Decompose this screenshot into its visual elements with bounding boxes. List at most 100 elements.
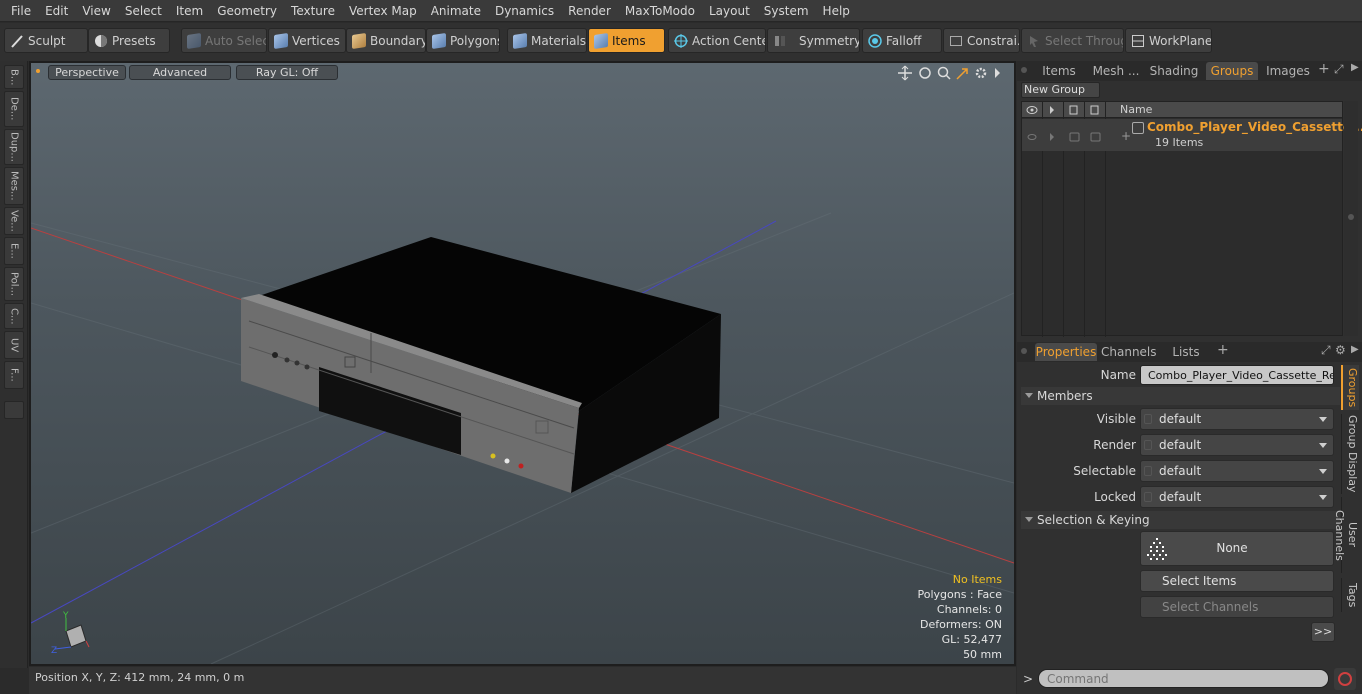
vertices-button[interactable]: Vertices 1 (268, 28, 346, 53)
sculpt-button[interactable]: Sculpt (4, 28, 88, 53)
tab-items[interactable]: Items (1035, 62, 1083, 80)
crosshair-icon (674, 33, 688, 48)
group-row-toggles[interactable] (1026, 131, 1106, 143)
info-gl: GL: 52,477 (941, 633, 1002, 646)
left-tab-polygon[interactable]: Pol... (4, 267, 24, 301)
members-section[interactable]: Members (1021, 387, 1340, 405)
locked-dropdown[interactable]: default (1140, 486, 1334, 508)
key-none-button[interactable]: None (1140, 531, 1334, 566)
tab-channels[interactable]: Channels (1101, 343, 1157, 361)
sculpt-label: Sculpt (28, 33, 66, 48)
menu-item[interactable]: Item (169, 0, 210, 22)
group-name-field[interactable] (1140, 365, 1334, 385)
presets-button[interactable]: Presets (88, 28, 170, 53)
menu-dynamics[interactable]: Dynamics (488, 0, 561, 22)
panel-menu-icon[interactable]: ▶ (1351, 62, 1359, 73)
left-tab-deform[interactable]: De... (4, 91, 24, 127)
action-center-button[interactable]: Action Center (668, 28, 766, 53)
left-tab-uv[interactable]: UV (4, 331, 24, 359)
select-through-label: Select Through (1045, 33, 1123, 48)
menu-help[interactable]: Help (816, 0, 857, 22)
group-list-scrollbar[interactable] (1344, 101, 1358, 336)
left-tab-duplicate[interactable]: Dup... (4, 129, 24, 165)
items-button[interactable]: Items (588, 28, 665, 53)
vcr-model[interactable] (241, 237, 721, 493)
cube-icon (187, 32, 201, 49)
tab-groups[interactable]: Groups (1206, 62, 1258, 80)
selection-keying-label: Selection & Keying (1037, 513, 1150, 527)
tab-shading[interactable]: Shading (1147, 62, 1201, 80)
tab-lists[interactable]: Lists (1161, 343, 1211, 361)
3d-viewport[interactable]: Perspective Advanced Ray GL: Off Y Z No … (29, 61, 1016, 666)
menu-texture[interactable]: Texture (284, 0, 342, 22)
menu-file[interactable]: File (4, 0, 38, 22)
add-props-tab-icon[interactable]: + (1217, 342, 1229, 358)
menu-system[interactable]: System (757, 0, 816, 22)
left-tab-basic[interactable]: B... (4, 65, 24, 89)
left-tab-edge[interactable]: E... (4, 237, 24, 265)
auto-select-label: Auto Select (205, 33, 267, 48)
symmetry-button[interactable]: Symmetry (767, 28, 860, 53)
auto-select-button[interactable]: Auto Select (181, 28, 267, 53)
selectable-dropdown[interactable]: default (1140, 460, 1334, 482)
left-tab-fusion[interactable]: F... (4, 361, 24, 389)
menu-animate[interactable]: Animate (424, 0, 488, 22)
expand-panel-icon[interactable]: ⤢ (1334, 62, 1344, 77)
tab-images[interactable]: Images (1261, 62, 1315, 80)
presets-icon (94, 34, 108, 48)
boundary-label: Boundary (370, 33, 426, 48)
props-menu-icon[interactable]: ▶ (1351, 344, 1359, 355)
menu-maxtomodo[interactable]: MaxToModo (618, 0, 702, 22)
side-tab-groups[interactable]: Groups (1341, 365, 1359, 410)
props-settings-icon[interactable]: ⚙ (1335, 343, 1346, 357)
select-items-button[interactable]: Select Items (1140, 570, 1334, 592)
polygons-button[interactable]: Polygons (426, 28, 500, 53)
menu-edit[interactable]: Edit (38, 0, 75, 22)
left-tab-curve[interactable]: C... (4, 303, 24, 329)
group-list: Name + Combo_Player_Video_Cassette ... 1… (1021, 101, 1362, 337)
visible-dropdown[interactable]: default (1140, 408, 1334, 430)
render-dropdown[interactable]: default (1140, 434, 1334, 456)
side-tab-group-display[interactable]: Group Display (1341, 414, 1359, 494)
constraints-button[interactable]: Constrai... (943, 28, 1020, 53)
add-tab-icon[interactable]: + (1318, 61, 1330, 77)
group-row[interactable]: + Combo_Player_Video_Cassette ... 19 Ite… (1022, 119, 1362, 151)
expand-props-icon[interactable]: ⤢ (1321, 343, 1331, 358)
expand-group-icon[interactable]: + (1121, 129, 1131, 143)
menu-vertex-map[interactable]: Vertex Map (342, 0, 424, 22)
name-column-header: Name (1120, 103, 1153, 116)
select-through-button[interactable]: Select Through (1021, 28, 1124, 53)
select-channels-button[interactable]: Select Channels (1140, 596, 1334, 618)
side-tab-tags[interactable]: Tags (1341, 578, 1359, 612)
more-button[interactable]: >> (1311, 622, 1335, 642)
menu-select[interactable]: Select (118, 0, 169, 22)
dropdown-arrow-icon (1319, 443, 1327, 448)
gizmo-y-label: Y (62, 611, 69, 621)
left-tool-strip: B... De... Dup... Mes... Ve... E... Pol.… (0, 61, 28, 668)
constraints-label: Constrai... (967, 33, 1019, 48)
left-tab-extra[interactable] (4, 401, 24, 419)
menu-view[interactable]: View (75, 0, 117, 22)
record-button[interactable] (1334, 668, 1356, 690)
materials-button[interactable]: Materials (507, 28, 587, 53)
workplane-label: WorkPlane (1149, 33, 1212, 48)
left-tab-mesh[interactable]: Mes... (4, 167, 24, 205)
left-tab-vertex[interactable]: Ve... (4, 207, 24, 235)
menu-layout[interactable]: Layout (702, 0, 757, 22)
tab-mesh[interactable]: Mesh ... (1087, 62, 1145, 80)
tab-properties[interactable]: Properties (1035, 343, 1097, 361)
menu-geometry[interactable]: Geometry (210, 0, 284, 22)
side-tab-user-channels[interactable]: User Channels (1333, 497, 1359, 573)
toolbar: Sculpt Presets Auto Select Vertices 1 Bo… (0, 23, 1362, 61)
boundary-button[interactable]: Boundary (346, 28, 426, 53)
menu-render[interactable]: Render (561, 0, 618, 22)
falloff-button[interactable]: Falloff (862, 28, 942, 53)
group-icon (1132, 122, 1144, 134)
selection-keying-section[interactable]: Selection & Keying (1021, 511, 1340, 529)
new-group-button[interactable]: New Group (1021, 82, 1100, 98)
command-input[interactable] (1038, 669, 1329, 688)
group-list-header: Name (1022, 102, 1342, 337)
selectable-value: default (1159, 464, 1202, 478)
action-center-label: Action Center (692, 33, 766, 48)
workplane-button[interactable]: WorkPlane (1125, 28, 1212, 53)
